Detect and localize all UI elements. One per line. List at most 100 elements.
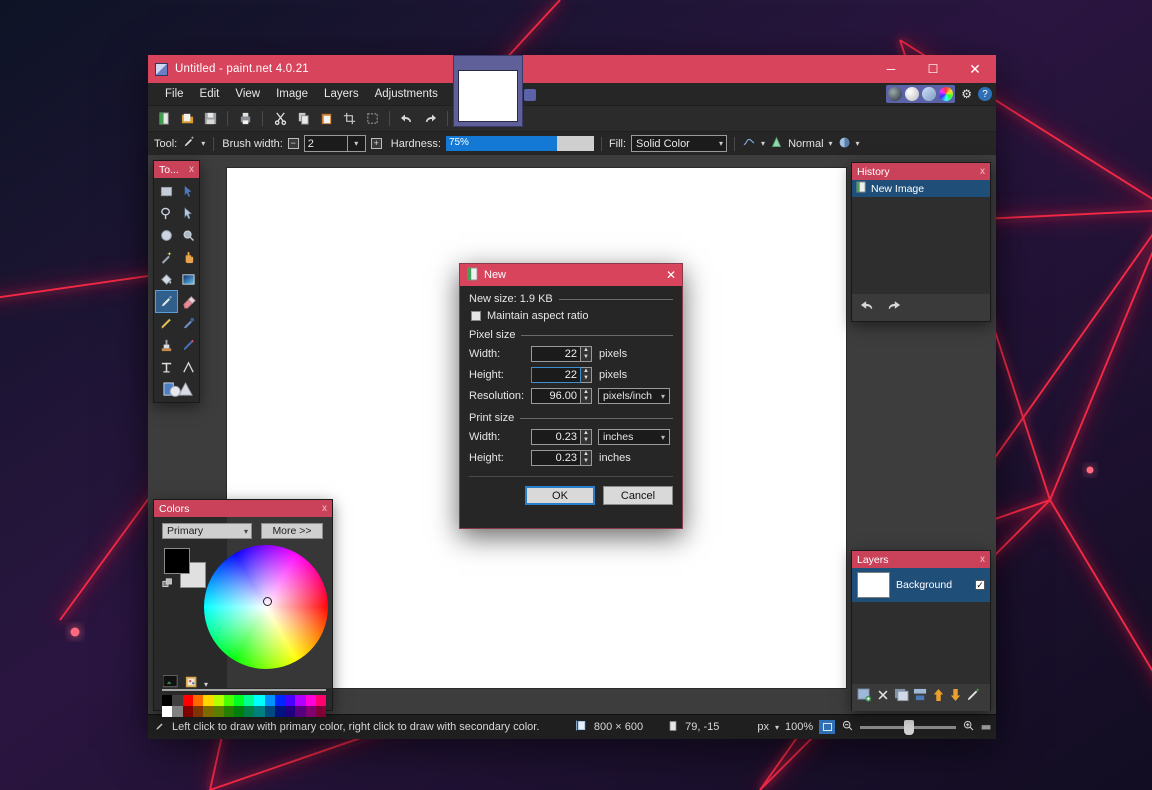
menu-view[interactable]: View bbox=[227, 85, 268, 103]
brush-width-increase-button[interactable]: + bbox=[371, 138, 382, 149]
menu-layers[interactable]: Layers bbox=[316, 85, 367, 103]
palette-swatch[interactable] bbox=[172, 695, 182, 706]
primary-color-swatch[interactable] bbox=[164, 548, 190, 574]
palette-swatch[interactable] bbox=[275, 706, 285, 717]
swap-colors-icon[interactable] bbox=[162, 577, 174, 589]
menu-edit[interactable]: Edit bbox=[192, 85, 228, 103]
print-width-input[interactable]: 0.23 bbox=[531, 429, 581, 445]
history-redo-icon[interactable] bbox=[885, 298, 902, 317]
redo-button[interactable] bbox=[420, 109, 440, 129]
title-bar[interactable]: Untitled - paint.net 4.0.21 ─ ☐ ✕ ⚙ ? bbox=[148, 55, 996, 83]
print-button[interactable] bbox=[235, 109, 255, 129]
blend-mode-dropdown-icon[interactable]: ▾ bbox=[856, 139, 860, 148]
palette-swatch[interactable] bbox=[254, 706, 264, 717]
palette-swatch[interactable] bbox=[224, 695, 234, 706]
fit-to-window-icon[interactable] bbox=[819, 720, 835, 734]
menu-adjustments[interactable]: Adjustments bbox=[367, 85, 446, 103]
maximize-button[interactable]: ☐ bbox=[912, 55, 954, 83]
spin-up-icon[interactable]: ▲ bbox=[581, 368, 591, 375]
palette-swatch[interactable] bbox=[193, 695, 203, 706]
resize-grip-icon[interactable]: ■■ bbox=[981, 722, 990, 732]
palette-swatch[interactable] bbox=[295, 695, 305, 706]
save-button[interactable] bbox=[200, 109, 220, 129]
palette-swatch[interactable] bbox=[162, 706, 172, 717]
palette-swatch[interactable] bbox=[244, 695, 254, 706]
thumbnail-close-icon[interactable] bbox=[524, 89, 536, 101]
ok-button[interactable]: OK bbox=[525, 486, 595, 505]
pan-tool[interactable] bbox=[178, 247, 199, 268]
recolor-tool[interactable] bbox=[178, 335, 199, 356]
palette-swatch[interactable] bbox=[213, 706, 223, 717]
print-height-input[interactable]: 0.23 bbox=[531, 450, 581, 466]
brush-width-input[interactable]: 2 bbox=[304, 135, 348, 152]
layers-panel-header[interactable]: Layers x bbox=[852, 551, 990, 568]
cancel-button[interactable]: Cancel bbox=[603, 486, 673, 505]
print-height-spinner[interactable]: ▲ ▼ bbox=[581, 450, 592, 466]
new-button[interactable] bbox=[154, 109, 174, 129]
palette-swatch[interactable] bbox=[265, 706, 275, 717]
colors-window-toggle-icon[interactable] bbox=[939, 87, 953, 101]
palette-swatch[interactable] bbox=[306, 706, 316, 717]
palette-swatch[interactable] bbox=[244, 706, 254, 717]
pixel-height-spinner[interactable]: ▲ ▼ bbox=[581, 367, 592, 383]
help-icon[interactable]: ? bbox=[978, 87, 992, 101]
zoom-slider-knob[interactable] bbox=[904, 720, 914, 735]
move-layer-down-button[interactable] bbox=[949, 688, 962, 707]
blend-mode-icon[interactable] bbox=[838, 136, 851, 152]
resolution-unit-combo[interactable]: pixels/inch ▾ bbox=[598, 388, 670, 404]
duplicate-layer-button[interactable] bbox=[894, 688, 909, 707]
history-panel-header[interactable]: History x bbox=[852, 163, 990, 180]
print-width-spinner[interactable]: ▲ ▼ bbox=[581, 429, 592, 445]
spin-up-icon[interactable]: ▲ bbox=[581, 430, 591, 437]
colors-panel-header[interactable]: Colors x bbox=[154, 500, 332, 517]
history-undo-icon[interactable] bbox=[859, 298, 876, 317]
add-layer-button[interactable] bbox=[857, 688, 872, 707]
spin-up-icon[interactable]: ▲ bbox=[581, 451, 591, 458]
palette-swatch[interactable] bbox=[306, 695, 316, 706]
cut-button[interactable] bbox=[270, 109, 290, 129]
zoom-level-value[interactable]: 100% bbox=[785, 721, 813, 733]
dialog-title-bar[interactable]: New ✕ bbox=[460, 264, 682, 286]
zoom-in-icon[interactable] bbox=[962, 719, 975, 735]
ellipse-select-tool[interactable] bbox=[156, 225, 177, 246]
spin-up-icon[interactable]: ▲ bbox=[581, 347, 591, 354]
brush-trail-icon[interactable] bbox=[742, 136, 756, 151]
image-thumbnail-tab[interactable] bbox=[453, 55, 523, 127]
palette-dropdown-icon[interactable]: ▾ bbox=[204, 680, 208, 689]
palette-swatch[interactable] bbox=[254, 695, 264, 706]
tool-dropdown-icon[interactable]: ▾ bbox=[201, 139, 205, 148]
pixel-width-input[interactable]: 22 bbox=[531, 346, 581, 362]
color-mode-combo[interactable]: Primary ▾ bbox=[162, 523, 252, 539]
copy-button[interactable] bbox=[293, 109, 313, 129]
maintain-aspect-ratio-row[interactable]: Maintain aspect ratio bbox=[471, 310, 673, 322]
color-picker-tool[interactable] bbox=[178, 313, 199, 334]
palette-swatch[interactable] bbox=[234, 695, 244, 706]
layers-window-toggle-icon[interactable] bbox=[922, 87, 936, 101]
brush-width-dropdown-icon[interactable]: ▾ bbox=[348, 135, 366, 152]
history-item-new-image[interactable]: New Image bbox=[852, 180, 990, 197]
crop-button[interactable] bbox=[339, 109, 359, 129]
spin-down-icon[interactable]: ▼ bbox=[581, 396, 591, 403]
layer-properties-button[interactable] bbox=[966, 688, 981, 707]
palette-swatch[interactable] bbox=[224, 706, 234, 717]
clone-stamp-tool[interactable] bbox=[156, 335, 177, 356]
hardness-slider[interactable]: 75% bbox=[446, 136, 594, 151]
menu-image[interactable]: Image bbox=[268, 85, 316, 103]
palette-swatch[interactable] bbox=[285, 706, 295, 717]
palette-swatch[interactable] bbox=[183, 695, 193, 706]
zoom-slider[interactable] bbox=[860, 726, 956, 729]
minimize-button[interactable]: ─ bbox=[870, 55, 912, 83]
dialog-close-icon[interactable]: ✕ bbox=[666, 268, 676, 282]
unit-dropdown-icon[interactable]: ▾ bbox=[775, 723, 779, 732]
move-selected-tool[interactable] bbox=[178, 181, 199, 202]
line-curve-tool[interactable] bbox=[178, 357, 199, 378]
paintbrush-icon[interactable] bbox=[182, 135, 196, 152]
spin-up-icon[interactable]: ▲ bbox=[581, 389, 591, 396]
merge-layer-down-button[interactable] bbox=[913, 688, 928, 707]
move-selection-tool[interactable] bbox=[178, 203, 199, 224]
palette-swatch[interactable] bbox=[203, 695, 213, 706]
fill-style-combo[interactable]: Solid Color ▾ bbox=[631, 135, 727, 152]
eraser-tool[interactable] bbox=[178, 291, 199, 312]
pencil-tool[interactable] bbox=[156, 313, 177, 334]
palette-swatch[interactable] bbox=[234, 706, 244, 717]
